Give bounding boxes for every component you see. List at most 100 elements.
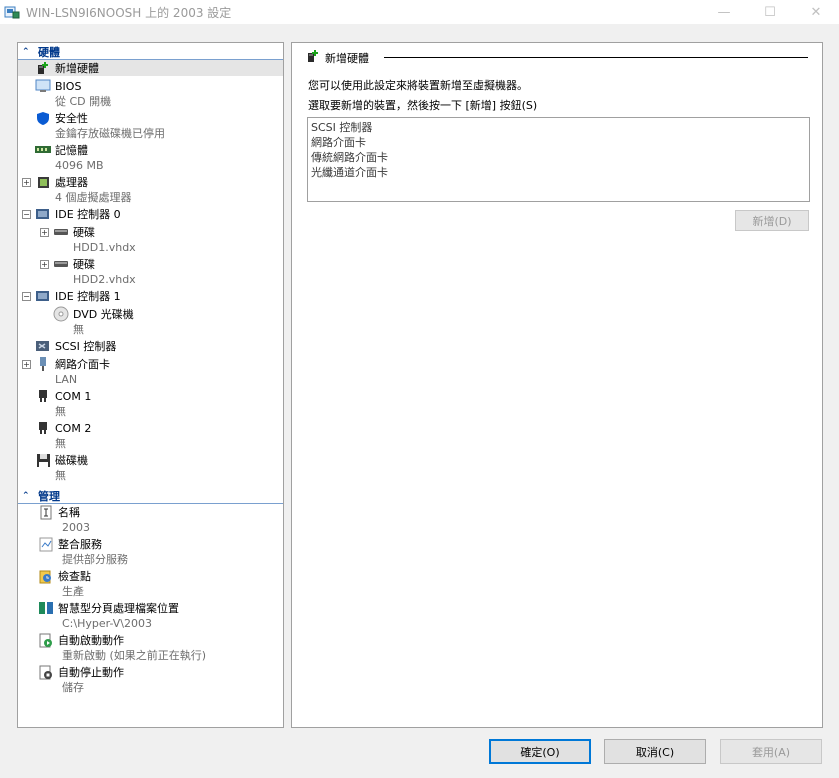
tree-node[interactable]: 記憶體 4096 MB <box>18 142 283 174</box>
tree-node[interactable]: − IDE 控制器 1 <box>18 288 283 306</box>
tree-node-label: 記憶體 <box>55 144 88 157</box>
tree-node[interactable]: DVD 光碟機無 <box>18 306 283 338</box>
tree-node-detail: 無 <box>55 469 66 482</box>
tree-node-row[interactable]: BIOS <box>18 78 283 94</box>
tree-node[interactable]: + 硬碟 HDD2.vhdx <box>18 256 283 288</box>
tree-node[interactable]: + 硬碟 HDD1.vhdx <box>18 224 283 256</box>
tree-node-row[interactable]: DVD 光碟機 <box>18 306 283 322</box>
tree-node-row[interactable]: + 處理器 <box>18 174 283 190</box>
processor-icon <box>35 174 51 190</box>
tree-node[interactable]: − IDE 控制器 0 <box>18 206 283 224</box>
tree-node-label: 安全性 <box>55 112 88 125</box>
tree-node-row[interactable]: 整合服務 <box>18 536 283 552</box>
collapse-icon[interactable]: − <box>22 291 31 301</box>
tree-node-row[interactable]: + 硬碟 <box>18 256 283 272</box>
tree-node[interactable]: 名稱 2003 <box>18 504 283 536</box>
tree-node-label: 硬碟 <box>73 258 95 271</box>
tree-node-detail: 4096 MB <box>55 159 104 172</box>
floppy-icon <box>35 452 51 468</box>
ok-button[interactable]: 確定(O) <box>489 739 591 764</box>
tree-node-row[interactable]: 新增硬體 <box>18 60 283 76</box>
maximize-button[interactable]: ☐ <box>747 0 793 24</box>
tree-node-label: 自動啟動動作 <box>58 634 124 647</box>
collapse-icon[interactable]: − <box>22 209 31 219</box>
tree-node[interactable]: 磁碟機無 <box>18 452 283 484</box>
tree-node-row[interactable]: COM 1 <box>18 388 283 404</box>
tree-node-row[interactable]: − IDE 控制器 0 <box>18 206 283 222</box>
tree-node-row[interactable]: 自動啟動動作 <box>18 632 283 648</box>
panel-title: 新增硬體 <box>325 51 369 65</box>
tree-node-detail: 無 <box>55 405 66 418</box>
tree-node-row[interactable]: + 網路介面卡 <box>18 356 283 372</box>
tree-node-row[interactable]: SCSI 控制器 <box>18 338 283 354</box>
scsi-controller-icon <box>35 338 51 354</box>
tree-node-label: IDE 控制器 0 <box>55 208 121 221</box>
tree-node-row[interactable]: 記憶體 <box>18 142 283 158</box>
expand-icon[interactable]: + <box>40 259 49 269</box>
apply-button[interactable]: 套用(A) <box>720 739 822 764</box>
details-panel: 新增硬體 您可以使用此設定來將裝置新增至虛擬機器。 選取要新增的裝置，然後按一下… <box>291 42 823 728</box>
window-title: WIN-LSN9I6NOOSH 上的 2003 設定 <box>26 5 232 20</box>
add-button[interactable]: 新增(D) <box>735 210 809 231</box>
collapse-icon[interactable]: ⌃ <box>22 491 32 501</box>
tree-node[interactable]: 檢查點 生產 <box>18 568 283 600</box>
tree-node[interactable]: 自動停止動作 儲存 <box>18 664 283 696</box>
section-hardware[interactable]: ⌃ 硬體 <box>18 44 283 60</box>
tree-node[interactable]: + 網路介面卡 LAN <box>18 356 283 388</box>
tree-node-label: 整合服務 <box>58 538 102 551</box>
tree-node-detail: 無 <box>55 437 66 450</box>
tree-node-label: IDE 控制器 1 <box>55 290 121 303</box>
tree-node-label: 名稱 <box>58 506 80 519</box>
tree-node-row[interactable]: − IDE 控制器 1 <box>18 288 283 304</box>
expand-icon[interactable]: + <box>22 359 31 369</box>
auto-start-icon <box>38 632 54 648</box>
tree-node-detail: 生產 <box>62 585 84 598</box>
add-hardware-icon <box>35 60 51 76</box>
tree-node[interactable]: BIOS 從 CD 開機 <box>18 78 283 110</box>
expand-icon[interactable]: + <box>22 177 31 187</box>
cancel-button[interactable]: 取消(C) <box>604 739 706 764</box>
tree-node[interactable]: 自動啟動動作 重新啟動 (如果之前正在執行) <box>18 632 283 664</box>
tree-node-detail: 金鑰存放磁碟機已停用 <box>55 127 165 140</box>
expand-icon[interactable]: + <box>40 227 49 237</box>
tree-node-label: SCSI 控制器 <box>55 340 117 353</box>
tree-node-row[interactable]: 安全性 <box>18 110 283 126</box>
tree-node-row[interactable]: + 硬碟 <box>18 224 283 240</box>
com-port-icon <box>35 420 51 436</box>
tree-node-row[interactable]: 自動停止動作 <box>18 664 283 680</box>
tree-node-row[interactable]: 智慧型分頁處理檔案位置 <box>18 600 283 616</box>
hard-drive-icon <box>53 224 69 240</box>
shield-icon <box>35 110 51 126</box>
tree-node[interactable]: COM 1 無 <box>18 388 283 420</box>
section-management-label: 管理 <box>38 489 60 503</box>
tree-node[interactable]: 整合服務 提供部分服務 <box>18 536 283 568</box>
device-item[interactable]: SCSI 控制器 <box>311 120 806 135</box>
tree-node[interactable]: 新增硬體 <box>18 60 283 78</box>
tree-node[interactable]: 智慧型分頁處理檔案位置 C:\Hyper-V\2003 <box>18 600 283 632</box>
tree-node[interactable]: + 處理器 4 個虛擬處理器 <box>18 174 283 206</box>
device-item[interactable]: 網路介面卡 <box>311 135 806 150</box>
section-management[interactable]: ⌃ 管理 <box>18 488 283 504</box>
tree-node-row[interactable]: 磁碟機 <box>18 452 283 468</box>
device-list[interactable]: SCSI 控制器 網路介面卡 傳統網路介面卡 光纖通道介面卡 <box>307 117 810 202</box>
tree-node[interactable]: 安全性金鑰存放磁碟機已停用 <box>18 110 283 142</box>
auto-stop-icon <box>38 664 54 680</box>
add-hardware-icon <box>306 49 320 66</box>
device-item[interactable]: 光纖通道介面卡 <box>311 165 806 180</box>
title-bar: WIN-LSN9I6NOOSH 上的 2003 設定 — ☐ ✕ <box>0 0 839 24</box>
close-button[interactable]: ✕ <box>793 0 839 24</box>
tree-node[interactable]: COM 2 無 <box>18 420 283 452</box>
device-item[interactable]: 傳統網路介面卡 <box>311 150 806 165</box>
tree-node-row[interactable]: 名稱 <box>18 504 283 520</box>
tree-node-row[interactable]: COM 2 <box>18 420 283 436</box>
vm-settings-icon <box>4 4 20 20</box>
collapse-icon[interactable]: ⌃ <box>22 47 32 57</box>
panel-description: 您可以使用此設定來將裝置新增至虛擬機器。 <box>308 79 528 92</box>
minimize-button[interactable]: — <box>701 0 747 24</box>
tree-node[interactable]: SCSI 控制器 <box>18 338 283 356</box>
settings-tree[interactable]: ⌃ 硬體 新增硬體 BIOS 從 CD 開機安全性金鑰存放磁碟機已停用 記憶體 4096… <box>17 42 284 728</box>
tree-node-row[interactable]: 檢查點 <box>18 568 283 584</box>
dvd-icon <box>53 306 69 322</box>
network-adapter-icon <box>35 356 51 372</box>
tree-node-detail: LAN <box>55 373 78 386</box>
